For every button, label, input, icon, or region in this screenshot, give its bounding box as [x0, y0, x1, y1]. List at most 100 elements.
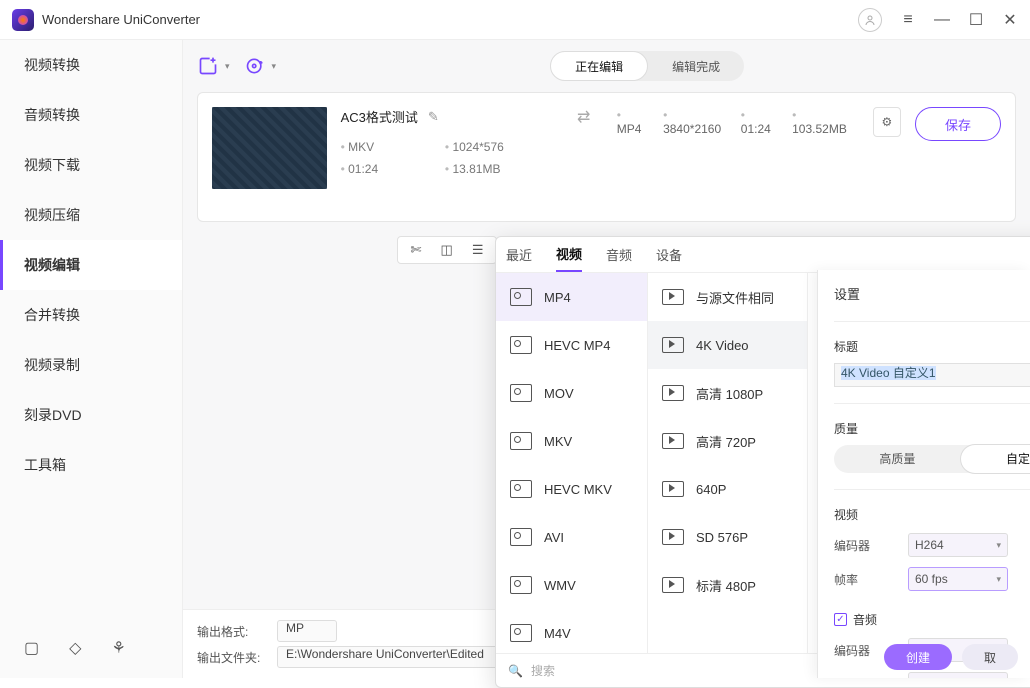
cancel-button[interactable]: 取: [962, 644, 1018, 670]
format-icon: [510, 288, 532, 306]
segment-done[interactable]: 编辑完成: [648, 51, 744, 81]
sidebar-item[interactable]: 刻录DVD: [0, 390, 182, 440]
sidebar-item[interactable]: 音频转换: [0, 90, 182, 140]
resolution-item[interactable]: SD 576P: [648, 513, 807, 561]
sidebar-item-active[interactable]: 视频编辑: [0, 240, 182, 290]
resolution-list: 与源文件相同 4K Video 高清 1080P 高清 720P 640P SD…: [648, 273, 808, 653]
hamburger-icon[interactable]: ≡: [900, 12, 916, 28]
window-close-icon[interactable]: ✕: [1002, 12, 1018, 28]
sidebar-item[interactable]: 视频下载: [0, 140, 182, 190]
resolution-icon: [662, 577, 684, 593]
app-logo-icon: [12, 9, 34, 31]
fps-select[interactable]: 60 fps▾: [908, 567, 1008, 591]
sidebar-item[interactable]: 工具箱: [0, 440, 182, 490]
add-file-icon[interactable]: [197, 55, 219, 77]
settings-label-title: 标题: [834, 338, 1030, 355]
crop-icon[interactable]: ◫: [440, 242, 452, 258]
source-duration: 01:24: [341, 162, 425, 176]
audio-checkbox[interactable]: ✓: [834, 613, 847, 626]
edit-tools-strip: ✄ ◫ ☰: [397, 236, 497, 264]
sidebar-item[interactable]: 视频录制: [0, 340, 182, 390]
popover-tab-audio[interactable]: 音频: [606, 237, 632, 272]
settings-label-quality: 质量: [834, 420, 1030, 437]
content-area: ▾ ▾ 正在编辑 编辑完成 AC3格式测试 ✎ MKV 1024*576 01:…: [183, 40, 1030, 678]
search-icon: 🔍: [508, 664, 523, 678]
segment-control: 正在编辑 编辑完成: [550, 51, 744, 81]
output-format-select[interactable]: MP: [277, 620, 337, 642]
save-button[interactable]: 保存: [915, 107, 1001, 141]
format-icon: [510, 624, 532, 642]
resolution-item[interactable]: 高清 720P: [648, 417, 807, 465]
settings-video-label: 视频: [834, 506, 1030, 523]
segment-editing[interactable]: 正在编辑: [550, 51, 648, 81]
settings-gear-icon[interactable]: ⚙: [873, 107, 901, 137]
output-format: MP4: [617, 108, 647, 136]
format-icon: [510, 576, 532, 594]
shuffle-icon[interactable]: ⇄: [577, 107, 590, 127]
chevron-down-icon[interactable]: ▾: [272, 61, 277, 72]
tag-icon[interactable]: ◇: [69, 638, 81, 658]
format-item[interactable]: WMV: [496, 561, 647, 609]
resolution-item[interactable]: 标清 480P: [648, 561, 807, 609]
people-icon[interactable]: ⚘: [111, 638, 125, 658]
file-name: AC3格式测试: [341, 107, 418, 126]
quality-custom[interactable]: 自定义: [961, 445, 1030, 473]
sidebar-item[interactable]: 合并转换: [0, 290, 182, 340]
window-maximize-icon[interactable]: ☐: [968, 12, 984, 28]
sidebar-item[interactable]: 视频压缩: [0, 190, 182, 240]
encoder-label: 编码器: [834, 537, 894, 554]
more-icon[interactable]: ☰: [472, 242, 484, 258]
format-item[interactable]: M4V: [496, 609, 647, 653]
resolution-icon: [662, 289, 684, 305]
resolution-item[interactable]: 与源文件相同: [648, 273, 807, 321]
rename-icon[interactable]: ✎: [428, 109, 439, 125]
window-minimize-icon[interactable]: —: [934, 12, 950, 28]
search-input[interactable]: 搜索: [531, 662, 555, 679]
popover-tab-video[interactable]: 视频: [556, 237, 582, 272]
resolution-icon: [662, 385, 684, 401]
resolution-icon: [662, 433, 684, 449]
quality-high[interactable]: 高质量: [834, 445, 961, 473]
sidebar-item[interactable]: 视频转换: [0, 40, 182, 90]
format-item[interactable]: AVI: [496, 513, 647, 561]
format-item[interactable]: MOV: [496, 369, 647, 417]
resolution-item[interactable]: 640P: [648, 465, 807, 513]
resolution-icon: [662, 481, 684, 497]
create-button[interactable]: 创建: [884, 644, 952, 670]
resolution-item[interactable]: 高清 1080P: [648, 369, 807, 417]
popover-tab-recent[interactable]: 最近: [506, 237, 532, 272]
cut-icon[interactable]: ✄: [411, 242, 422, 258]
output-format-label: 输出格式:: [197, 623, 267, 640]
book-icon[interactable]: ▢: [24, 638, 39, 658]
app-title: Wondershare UniConverter: [42, 12, 200, 27]
encoder-select[interactable]: H264▾: [908, 533, 1008, 557]
titlebar: Wondershare UniConverter ≡ — ☐ ✕: [0, 0, 1030, 40]
settings-panel: 设置 标题 4K Video 自定义1 质量 高质量 自定义 低质量 视频 编码…: [817, 270, 1030, 678]
format-item[interactable]: MKV: [496, 417, 647, 465]
popover-tab-device[interactable]: 设备: [656, 237, 682, 272]
output-resolution: 3840*2160: [663, 108, 725, 136]
toolbar: ▾ ▾ 正在编辑 编辑完成: [183, 40, 1030, 92]
chevron-down-icon[interactable]: ▾: [225, 61, 230, 72]
format-icon: [510, 528, 532, 546]
source-resolution: 1024*576: [445, 140, 551, 154]
sidebar: 视频转换 音频转换 视频下载 视频压缩 视频编辑 合并转换 视频录制 刻录DVD…: [0, 40, 183, 678]
fps-label: 帧率: [834, 571, 894, 588]
output-duration: 01:24: [741, 108, 776, 136]
samplerate-select[interactable]: 44100 Hz▾: [908, 672, 1008, 678]
format-item[interactable]: HEVC MP4: [496, 321, 647, 369]
format-item[interactable]: HEVC MKV: [496, 465, 647, 513]
video-thumbnail[interactable]: [212, 107, 327, 189]
quality-segment: 高质量 自定义 低质量: [834, 445, 1030, 473]
format-icon: [510, 432, 532, 450]
output-size: 103.52MB: [792, 108, 851, 136]
add-disc-icon[interactable]: [244, 55, 266, 77]
resolution-item[interactable]: 4K Video: [648, 321, 807, 369]
resolution-icon: [662, 529, 684, 545]
account-avatar-icon[interactable]: [858, 8, 882, 32]
profile-title-input[interactable]: 4K Video 自定义1: [834, 363, 1030, 387]
output-folder-label: 输出文件夹:: [197, 649, 267, 666]
format-icon: [510, 336, 532, 354]
format-item[interactable]: MP4: [496, 273, 647, 321]
format-icon: [510, 480, 532, 498]
